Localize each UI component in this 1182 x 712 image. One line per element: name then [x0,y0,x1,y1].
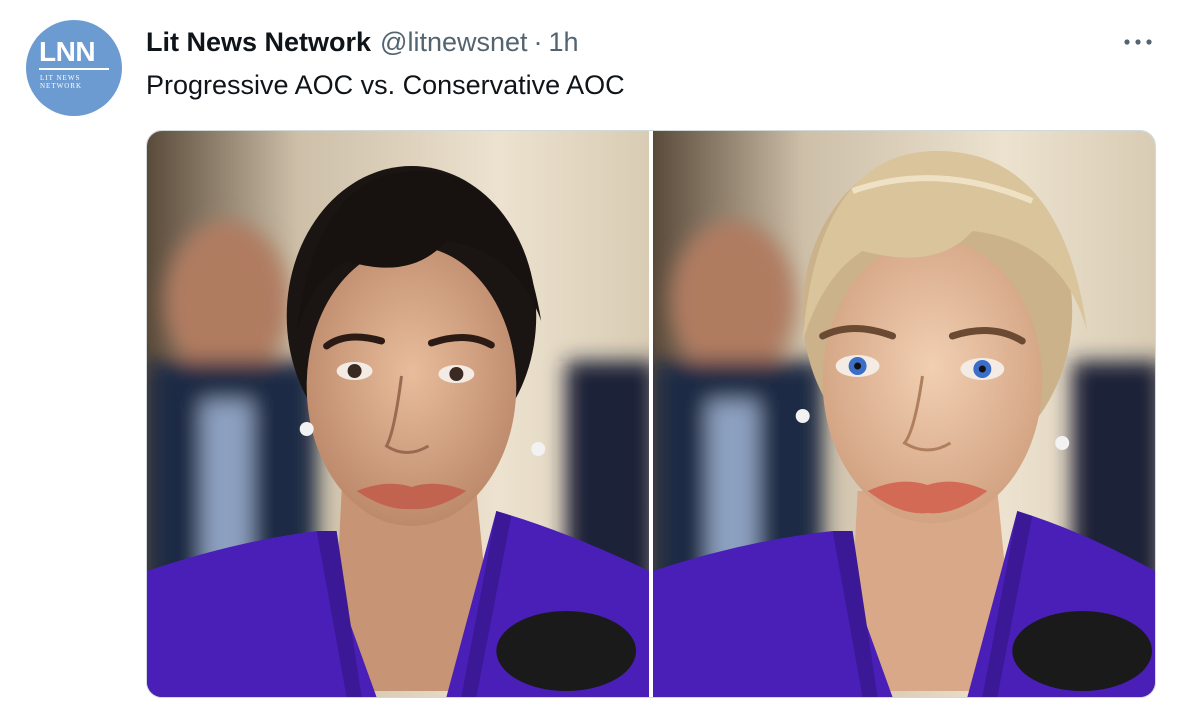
tweet-timestamp[interactable]: 1h [549,26,579,58]
avatar[interactable]: LNN LIT NEWS NETWORK [26,20,122,116]
tweet-photo-2[interactable] [653,131,1155,697]
tweet: LNN LIT NEWS NETWORK Lit News Network @l… [0,0,1182,712]
tweet-photo-1[interactable] [147,131,649,697]
photo-1-image [147,131,649,697]
header-separator: · [533,27,543,57]
photo-2-image [653,131,1155,697]
tweet-header: Lit News Network @litnewsnet · 1h [146,26,579,58]
tweet-media-grid [146,130,1156,698]
avatar-logo-underline [39,68,109,70]
avatar-logo-text: LNN [39,36,96,67]
author-display-name[interactable]: Lit News Network [146,26,371,58]
more-horizontal-icon [1124,39,1152,45]
author-handle[interactable]: @litnewsnet [380,26,527,58]
more-options-button[interactable] [1118,24,1158,60]
avatar-subtitle: LIT NEWS NETWORK [40,74,82,90]
tweet-text: Progressive AOC vs. Conservative AOC [146,70,625,100]
